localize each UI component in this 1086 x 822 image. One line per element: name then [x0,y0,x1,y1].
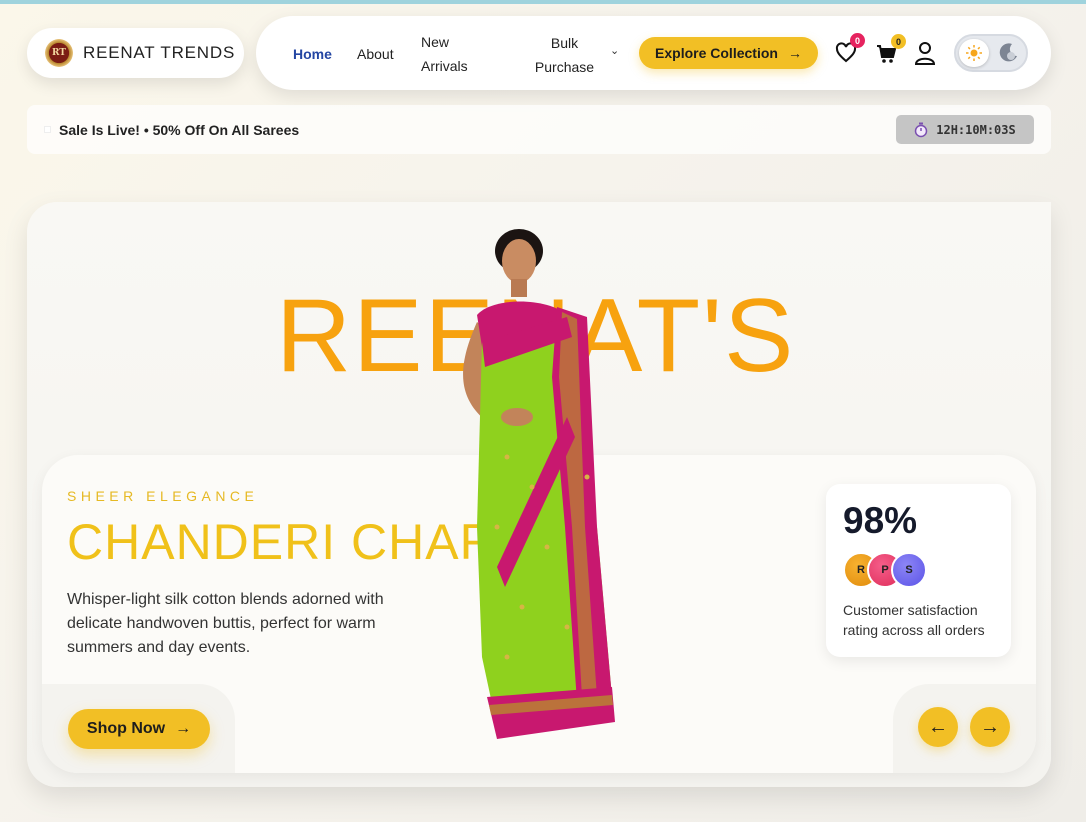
avatar: S [891,552,927,588]
wishlist-count-badge: 0 [850,33,865,48]
product-description: Whisper-light silk cotton blends adorned… [67,591,384,656]
brand-logo-icon: RT [45,39,73,67]
account-button[interactable] [913,40,939,66]
satisfaction-description: Customer satisfaction rating across all … [843,602,985,638]
sun-icon [959,39,989,67]
shop-now-button[interactable]: Shop Now → [68,709,210,749]
sale-announcement-bar: Sale Is Live! • 50% Off On All Sarees 12… [27,105,1051,154]
saree-model-image [463,229,615,739]
nav-link-about[interactable]: About [357,42,394,66]
arrow-right-icon: → [980,715,1000,738]
hero-banner: REENAT'S SHEER ELEGANCE CHANDERI CHARM W… [27,202,1051,787]
customer-avatars: R P S [843,552,933,588]
explore-collection-button[interactable]: Explore Collection → [639,37,818,69]
stopwatch-icon [915,122,928,137]
sale-dot-icon [44,126,51,133]
product-subtitle: SHEER ELEGANCE [67,488,259,504]
arrow-left-icon: ← [928,715,948,738]
arrow-right-icon: → [787,45,802,61]
chevron-down-icon[interactable]: ⌄ [610,44,619,57]
brand-name: REENAT TRENDS [83,43,236,62]
arrow-right-icon: → [175,720,192,737]
carousel-next-button[interactable]: → [970,707,1010,747]
carousel-controls-well [893,684,1036,773]
window-top-border [0,0,1086,4]
main-navigation: Home About New Arrivals Bulk Purchase ⌄ … [256,16,1051,90]
cart-button[interactable]: 0 [875,34,906,68]
nav-link-home[interactable]: Home [293,42,332,66]
moon-icon [998,42,1018,69]
user-icon [914,42,936,65]
theme-toggle[interactable] [954,34,1028,72]
brand-logo-pill[interactable]: RT REENAT TRENDS [27,28,244,78]
product-title: CHANDERI CHARM [67,514,497,570]
explore-collection-label: Explore Collection [655,45,778,61]
satisfaction-value: 98% [843,500,918,541]
satisfaction-stat-card: 98% R P S Customer satisfaction rating a… [826,484,1011,657]
carousel-prev-button[interactable]: ← [918,707,958,747]
nav-link-bulk-purchase[interactable]: Bulk Purchase [522,31,607,79]
nav-link-new-arrivals[interactable]: New Arrivals [421,30,491,78]
countdown-value: 12H:10M:03S [936,122,1016,137]
sale-countdown-timer: 12H:10M:03S [896,115,1034,144]
wishlist-button[interactable]: 0 [834,33,865,67]
sale-text: Sale Is Live! • 50% Off On All Sarees [59,122,300,138]
shop-now-label: Shop Now [86,720,166,737]
cart-count-badge: 0 [891,34,906,49]
